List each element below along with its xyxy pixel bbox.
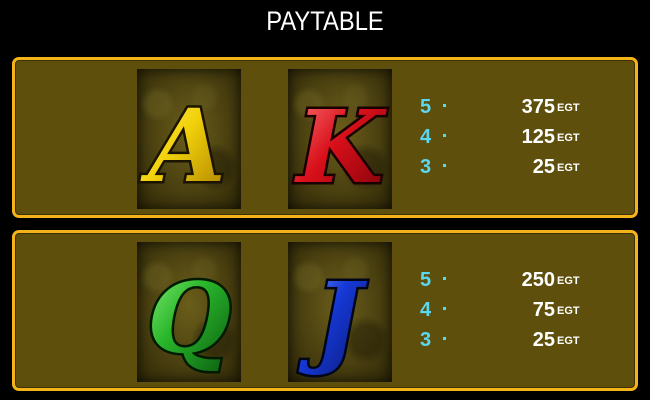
- symbol-letter: A: [140, 87, 226, 205]
- letter-q-icon: Q: [145, 260, 234, 378]
- pay-count: 3: [420, 329, 432, 351]
- bullet-dot: [443, 164, 446, 167]
- symbol-tile-k: K: [288, 69, 392, 209]
- pay-row: 3 25 EGT: [420, 326, 620, 356]
- pay-count: 4: [420, 126, 432, 148]
- pay-row: 5 250 EGT: [420, 266, 620, 296]
- pay-value: 25: [532, 156, 555, 178]
- pay-value: 25: [532, 329, 555, 351]
- pay-list: 5 375 EGT 4 125 EGT 3 25 EGT: [420, 93, 620, 183]
- pay-count: 5: [420, 269, 432, 291]
- bullet-dot: [443, 337, 446, 340]
- pay-unit: EGT: [557, 305, 580, 317]
- paytable-panel-qj: Q J 5 250 EGT 4 75 EGT 3 25 EGT: [12, 230, 638, 391]
- pay-value: 75: [532, 299, 555, 321]
- pay-unit: EGT: [557, 275, 580, 287]
- pay-count: 5: [420, 96, 432, 118]
- pay-count: 4: [420, 299, 432, 321]
- pay-unit: EGT: [557, 132, 580, 144]
- pay-row: 5 375 EGT: [420, 93, 620, 123]
- pay-row: 4 75 EGT: [420, 296, 620, 326]
- bullet-dot: [443, 277, 446, 280]
- pay-row: 3 25 EGT: [420, 153, 620, 183]
- pay-unit: EGT: [557, 335, 580, 347]
- letter-k-icon: K: [291, 86, 390, 209]
- pay-unit: EGT: [557, 102, 580, 114]
- letter-j-icon: J: [296, 258, 370, 381]
- pay-value: 375: [521, 96, 555, 118]
- bullet-dot: [443, 104, 446, 107]
- letter-a-icon: A: [138, 85, 229, 208]
- symbol-tile-q: Q: [137, 242, 241, 382]
- symbol-letter: J: [298, 260, 367, 378]
- paytable-panel-ak: A K 5 375 EGT 4 125 EGT 3 25 EGT: [12, 57, 638, 218]
- bullet-dot: [443, 307, 446, 310]
- bullet-dot: [443, 134, 446, 137]
- symbol-letter: Q: [147, 262, 231, 375]
- pay-value: 250: [521, 269, 555, 291]
- page-title: PAYTABLE: [266, 6, 384, 36]
- symbol-tile-a: A: [137, 69, 241, 209]
- pay-row: 4 125 EGT: [420, 123, 620, 153]
- symbol-tile-j: J: [288, 242, 392, 382]
- pay-count: 3: [420, 156, 432, 178]
- pay-list: 5 250 EGT 4 75 EGT 3 25 EGT: [420, 266, 620, 356]
- pay-unit: EGT: [557, 162, 580, 174]
- paytable-screen: PAYTABLE A K 5 375 EGT 4 125 EGT 3 25 EG…: [0, 0, 650, 400]
- symbol-letter: K: [294, 88, 388, 206]
- pay-value: 125: [521, 126, 555, 148]
